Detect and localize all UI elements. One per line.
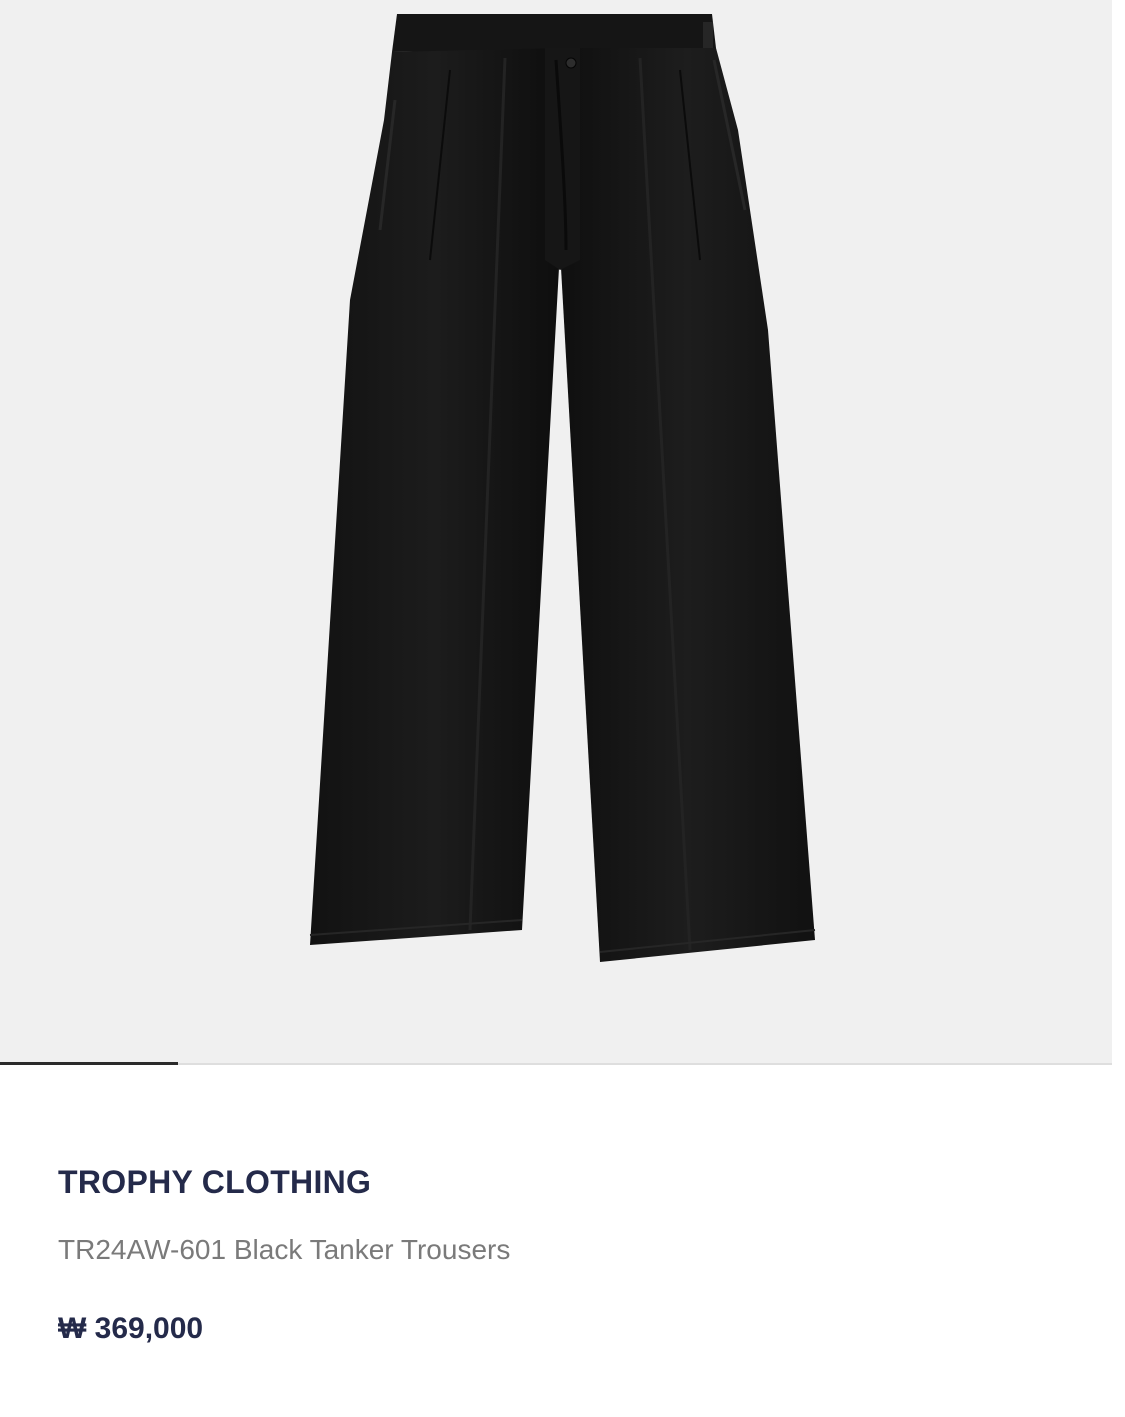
waistband xyxy=(392,14,716,52)
trousers-illustration xyxy=(309,14,816,962)
product-price: ₩ 369,000 xyxy=(58,1312,204,1345)
product-title: TR24AW-601 Black Tanker Trousers xyxy=(58,1234,511,1265)
right-leg xyxy=(560,48,815,962)
carousel-progress-indicator xyxy=(0,1062,178,1065)
product-image[interactable] xyxy=(0,0,1112,1063)
product-detail-page: TROPHY CLOTHING TR24AW-601 Black Tanker … xyxy=(0,0,1125,1417)
brand-name[interactable]: TROPHY CLOTHING xyxy=(58,1160,1058,1204)
image-carousel-progress xyxy=(0,1062,1112,1065)
product-info: TROPHY CLOTHING TR24AW-601 Black Tanker … xyxy=(58,1160,1058,1350)
left-leg xyxy=(310,48,560,945)
waist-button xyxy=(565,57,577,69)
